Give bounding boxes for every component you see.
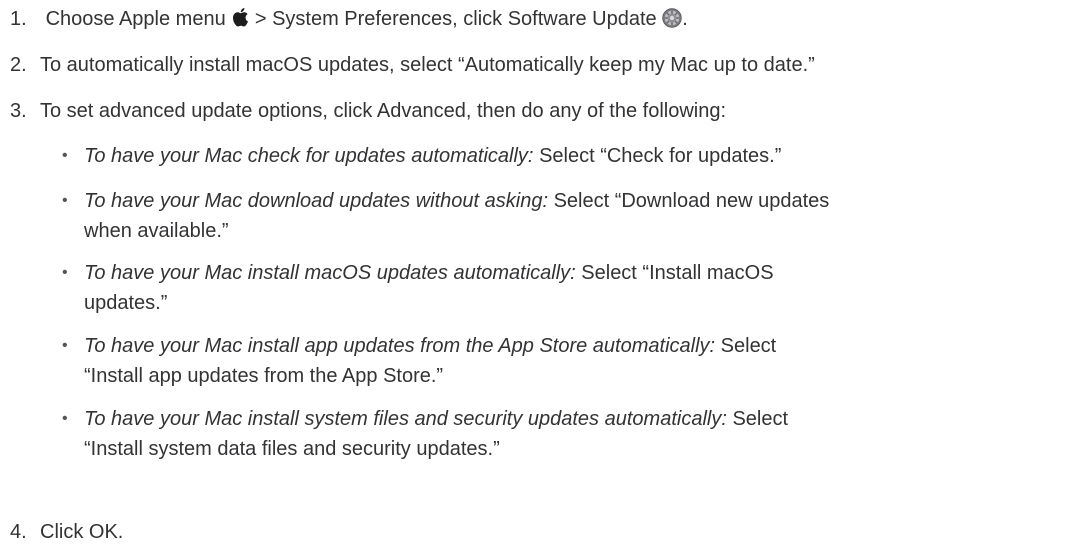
bullet-dot: •	[62, 147, 68, 164]
step-number: 2.	[10, 54, 27, 76]
bullet-dot: •	[62, 264, 68, 281]
step-text: > System Preferences, click Software Upd…	[254, 8, 657, 30]
bullet-line-2: when available.”	[84, 220, 229, 242]
bullet-line-1: To have your Mac check for updates autom…	[84, 141, 1070, 171]
bullet-line-2: updates.”	[84, 292, 168, 314]
step-number: 3.	[10, 100, 27, 122]
step-text: To set advanced update options, click Ad…	[40, 100, 727, 122]
step-text: Choose Apple menu	[45, 8, 226, 30]
bullet-line-2: “Install app updates from the App Store.…	[84, 365, 444, 387]
step-3: 3. To set advanced update options, click …	[10, 96, 1070, 126]
bullet-condition: To have your Mac install system files an…	[84, 408, 727, 430]
bullet-condition: To have your Mac check for updates autom…	[84, 145, 534, 167]
bullet-line-1: To have your Mac download updates withou…	[84, 186, 1070, 216]
bullet-dot: •	[62, 410, 68, 427]
software-update-gear-icon	[662, 7, 682, 37]
bullet-dot: •	[62, 337, 68, 354]
step-text: Click OK.	[40, 521, 124, 543]
step-text: .	[682, 8, 688, 30]
bullet-action: Select “Check for updates.”	[539, 145, 782, 167]
instructions-document: 1. Choose Apple menu > System Preference…	[0, 0, 1080, 554]
bullet-action: Select	[732, 408, 789, 430]
bullet-text: To have your Mac check for updates autom…	[84, 141, 1070, 171]
step-1: 1. Choose Apple menu > System Preference…	[10, 4, 1070, 37]
step-number: 4.	[10, 521, 27, 543]
step-2: 2. To automatically install macOS updates…	[10, 50, 1070, 80]
step-4: 4. Click OK.	[10, 517, 1070, 547]
bullet-text: To have your Mac download updates withou…	[84, 186, 1070, 246]
step-number: 1.	[10, 8, 27, 30]
bullet-line-1: To have your Mac install system files an…	[84, 404, 1070, 434]
bullet-text: To have your Mac install macOS updates a…	[84, 258, 1070, 318]
bullet-line-1: To have your Mac install app updates fro…	[84, 331, 1070, 361]
bullet-dot: •	[62, 192, 68, 209]
bullet-line-1: To have your Mac install macOS updates a…	[84, 258, 1070, 288]
bullet-text: To have your Mac install system files an…	[84, 404, 1070, 464]
bullet-condition: To have your Mac download updates withou…	[84, 190, 548, 212]
bullet-condition: To have your Mac install app updates fro…	[84, 335, 716, 357]
bullet-action: Select	[720, 335, 777, 357]
apple-logo-icon	[231, 6, 249, 36]
bullet-text: To have your Mac install app updates fro…	[84, 331, 1070, 391]
bullet-action: Select “Download new updates	[553, 190, 830, 212]
bullet-action: Select “Install macOS	[581, 262, 774, 284]
step-text: To automatically install macOS updates, …	[40, 54, 815, 76]
bullet-line-2: “Install system data files and security …	[84, 438, 500, 460]
bullet-condition: To have your Mac install macOS updates a…	[84, 262, 576, 284]
